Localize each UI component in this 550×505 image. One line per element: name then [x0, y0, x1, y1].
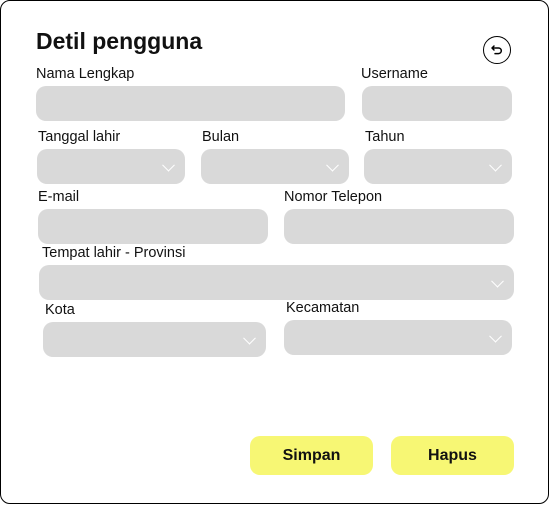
birth-month-select[interactable]	[201, 149, 349, 184]
chevron-down-icon	[162, 158, 175, 172]
reset-button[interactable]	[483, 36, 511, 64]
username-input[interactable]	[362, 86, 512, 121]
city-select[interactable]	[43, 322, 266, 357]
chevron-down-icon	[489, 329, 502, 343]
birth-month-label: Bulan	[202, 129, 240, 145]
birth-year-select[interactable]	[364, 149, 512, 184]
phone-input[interactable]	[284, 209, 514, 244]
undo-icon	[491, 45, 502, 55]
chevron-down-icon	[326, 158, 339, 172]
chevron-down-icon	[243, 331, 256, 345]
save-button[interactable]: Simpan	[250, 436, 373, 475]
birth-day-label: Tanggal lahir	[38, 129, 121, 145]
phone-label: Nomor Telepon	[284, 189, 383, 205]
province-label: Tempat lahir - Provinsi	[42, 245, 186, 261]
page-title: Detil pengguna	[36, 28, 203, 54]
province-select[interactable]	[39, 265, 514, 300]
full-name-input[interactable]	[36, 86, 345, 121]
delete-button[interactable]: Hapus	[391, 436, 514, 475]
district-select[interactable]	[284, 320, 512, 355]
chevron-down-icon	[491, 274, 504, 288]
email-input[interactable]	[38, 209, 268, 244]
birth-year-label: Tahun	[365, 129, 405, 145]
chevron-down-icon	[489, 158, 502, 172]
district-label: Kecamatan	[286, 300, 360, 316]
birth-day-select[interactable]	[37, 149, 185, 184]
email-label: E-mail	[38, 189, 80, 205]
username-label: Username	[361, 66, 428, 82]
full-name-label: Nama Lengkap	[36, 66, 135, 82]
city-label: Kota	[45, 302, 75, 318]
